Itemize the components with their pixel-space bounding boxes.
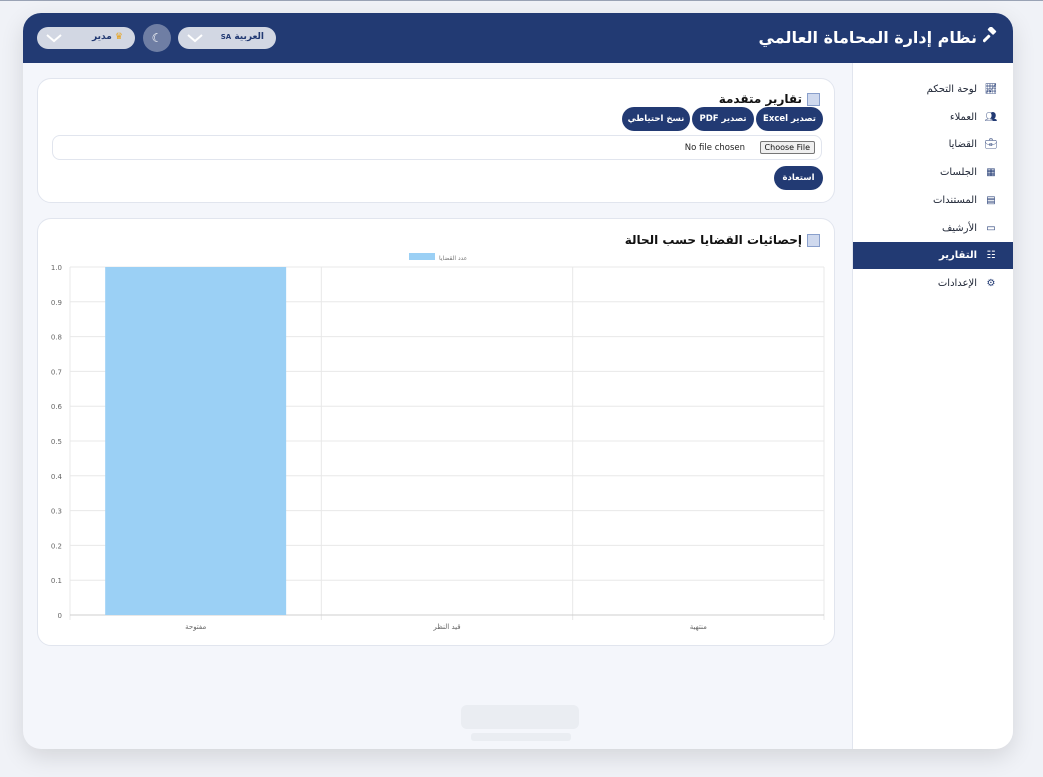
y-tick-label: 0	[58, 612, 62, 620]
language-selector[interactable]: العربية SA	[178, 27, 276, 49]
y-tick-label: 0.3	[51, 508, 62, 516]
y-tick-label: 0.1	[51, 577, 62, 585]
sidebar-item-documents[interactable]: ▤ المستندات	[853, 187, 1013, 214]
sidebar-item-cases[interactable]: 💼︎ القضايا	[853, 131, 1013, 158]
calendar-icon: ▦	[986, 167, 996, 178]
file-status-text: No file chosen	[684, 143, 745, 153]
briefcase-icon: 💼︎	[984, 139, 998, 150]
sidebar-item-settings[interactable]: ⚙︎ الإعدادات	[853, 270, 1013, 297]
chevron-down-icon	[46, 34, 62, 43]
top-divider	[0, 0, 1043, 1]
sidebar-item-label: التقارير	[939, 250, 977, 261]
trend-icon	[807, 233, 820, 247]
sidebar-item-dashboard[interactable]: 📈︎ لوحة التحكم	[853, 76, 1013, 103]
flag-icon: SA	[220, 33, 232, 41]
user-role-label: مدير	[92, 32, 112, 42]
x-tick-label: مفتوحة	[185, 623, 206, 631]
x-tick-label: قيد النظر	[432, 623, 460, 631]
stats-title: إحصائيات القضايا حسب الحالة	[625, 233, 820, 247]
file-icon: ▤	[986, 195, 996, 206]
stats-title-text: إحصائيات القضايا حسب الحالة	[624, 233, 802, 247]
sidebar-item-label: الإعدادات	[937, 278, 977, 289]
sidebar-item-clients[interactable]: 👥︎ العملاء	[853, 104, 1013, 131]
theme-toggle-button[interactable]: ☾	[143, 24, 171, 52]
backup-button[interactable]: نسخ احتياطي	[622, 107, 690, 131]
sidebar-item-label: الجلسات	[940, 167, 977, 178]
moon-icon: ☾	[151, 31, 163, 45]
watermark-logo	[461, 705, 579, 741]
y-tick-label: 0.6	[51, 403, 63, 411]
sidebar-item-label: العملاء	[949, 112, 977, 123]
chart-bar	[105, 267, 287, 615]
file-input[interactable]: No file chosen Choose File	[52, 135, 822, 160]
gavel-icon	[982, 26, 999, 47]
choose-file-button[interactable]: Choose File	[759, 141, 815, 154]
header-bar: نظام إدارة المحاماة العالمي العربية SA ☾…	[23, 13, 1013, 63]
sidebar-item-archive[interactable]: ▭ الأرشيف	[853, 215, 1013, 242]
report-icon: ☷	[986, 250, 996, 261]
restore-button[interactable]: استعادة	[774, 166, 823, 190]
sidebar-item-reports[interactable]: ☷ التقارير	[853, 242, 1013, 269]
cases-status-chart: 0 0.1 0.2 0.3 0.4 0.5 0.6 0.7 0.8 0.9 1.0 مفتوحة قيد…	[51, 253, 825, 631]
gear-icon: ⚙︎	[986, 278, 996, 289]
user-menu[interactable]: ♛ مدير	[37, 27, 135, 49]
sidebar-item-sessions[interactable]: ▦ الجلسات	[853, 159, 1013, 186]
reports-title-text: تقارير متقدمة	[718, 92, 802, 106]
y-tick-label: 0.4	[51, 473, 63, 481]
export-excel-button[interactable]: تصدير Excel	[756, 107, 823, 131]
reports-card: تقارير متقدمة تصدير Excel تصدير PDF نسخ …	[37, 78, 835, 203]
y-tick-label: 0.9	[51, 299, 62, 307]
sidebar-item-label: المستندات	[932, 195, 977, 206]
archive-icon: ▭	[986, 223, 996, 234]
legend-label: عدد القضايا	[439, 255, 467, 262]
sidebar-item-label: لوحة التحكم	[926, 84, 977, 95]
crown-icon: ♛	[114, 32, 123, 42]
sidebar: 📈︎ لوحة التحكم 👥︎ العملاء 💼︎ القضايا ▦ ا…	[852, 63, 1013, 749]
app-title: نظام إدارة المحاماة العالمي	[758, 26, 999, 47]
users-icon: 👥︎	[984, 112, 998, 123]
bar-chart-icon	[807, 92, 820, 106]
language-label: العربية	[234, 32, 264, 42]
y-tick-label: 0.2	[51, 542, 62, 550]
reports-title: تقارير متقدمة	[719, 92, 820, 106]
sidebar-item-label: الأرشيف	[941, 223, 977, 234]
export-pdf-button[interactable]: تصدير PDF	[692, 107, 754, 131]
chevron-down-icon	[187, 34, 203, 43]
y-tick-label: 1.0	[51, 264, 62, 272]
app-window: نظام إدارة المحاماة العالمي العربية SA ☾…	[23, 13, 1013, 749]
y-tick-label: 0.7	[51, 368, 62, 376]
y-tick-label: 0.8	[51, 334, 62, 342]
legend-swatch	[409, 253, 435, 260]
sidebar-item-label: القضايا	[948, 139, 977, 150]
chart-line-icon: 📈︎	[984, 84, 998, 95]
x-tick-label: منتهية	[690, 623, 707, 631]
app-title-text: نظام إدارة المحاماة العالمي	[758, 27, 977, 47]
stats-card: إحصائيات القضايا حسب الحالة 0 0.1 0.2 0.3 0.…	[37, 218, 835, 646]
y-tick-label: 0.5	[51, 438, 62, 446]
